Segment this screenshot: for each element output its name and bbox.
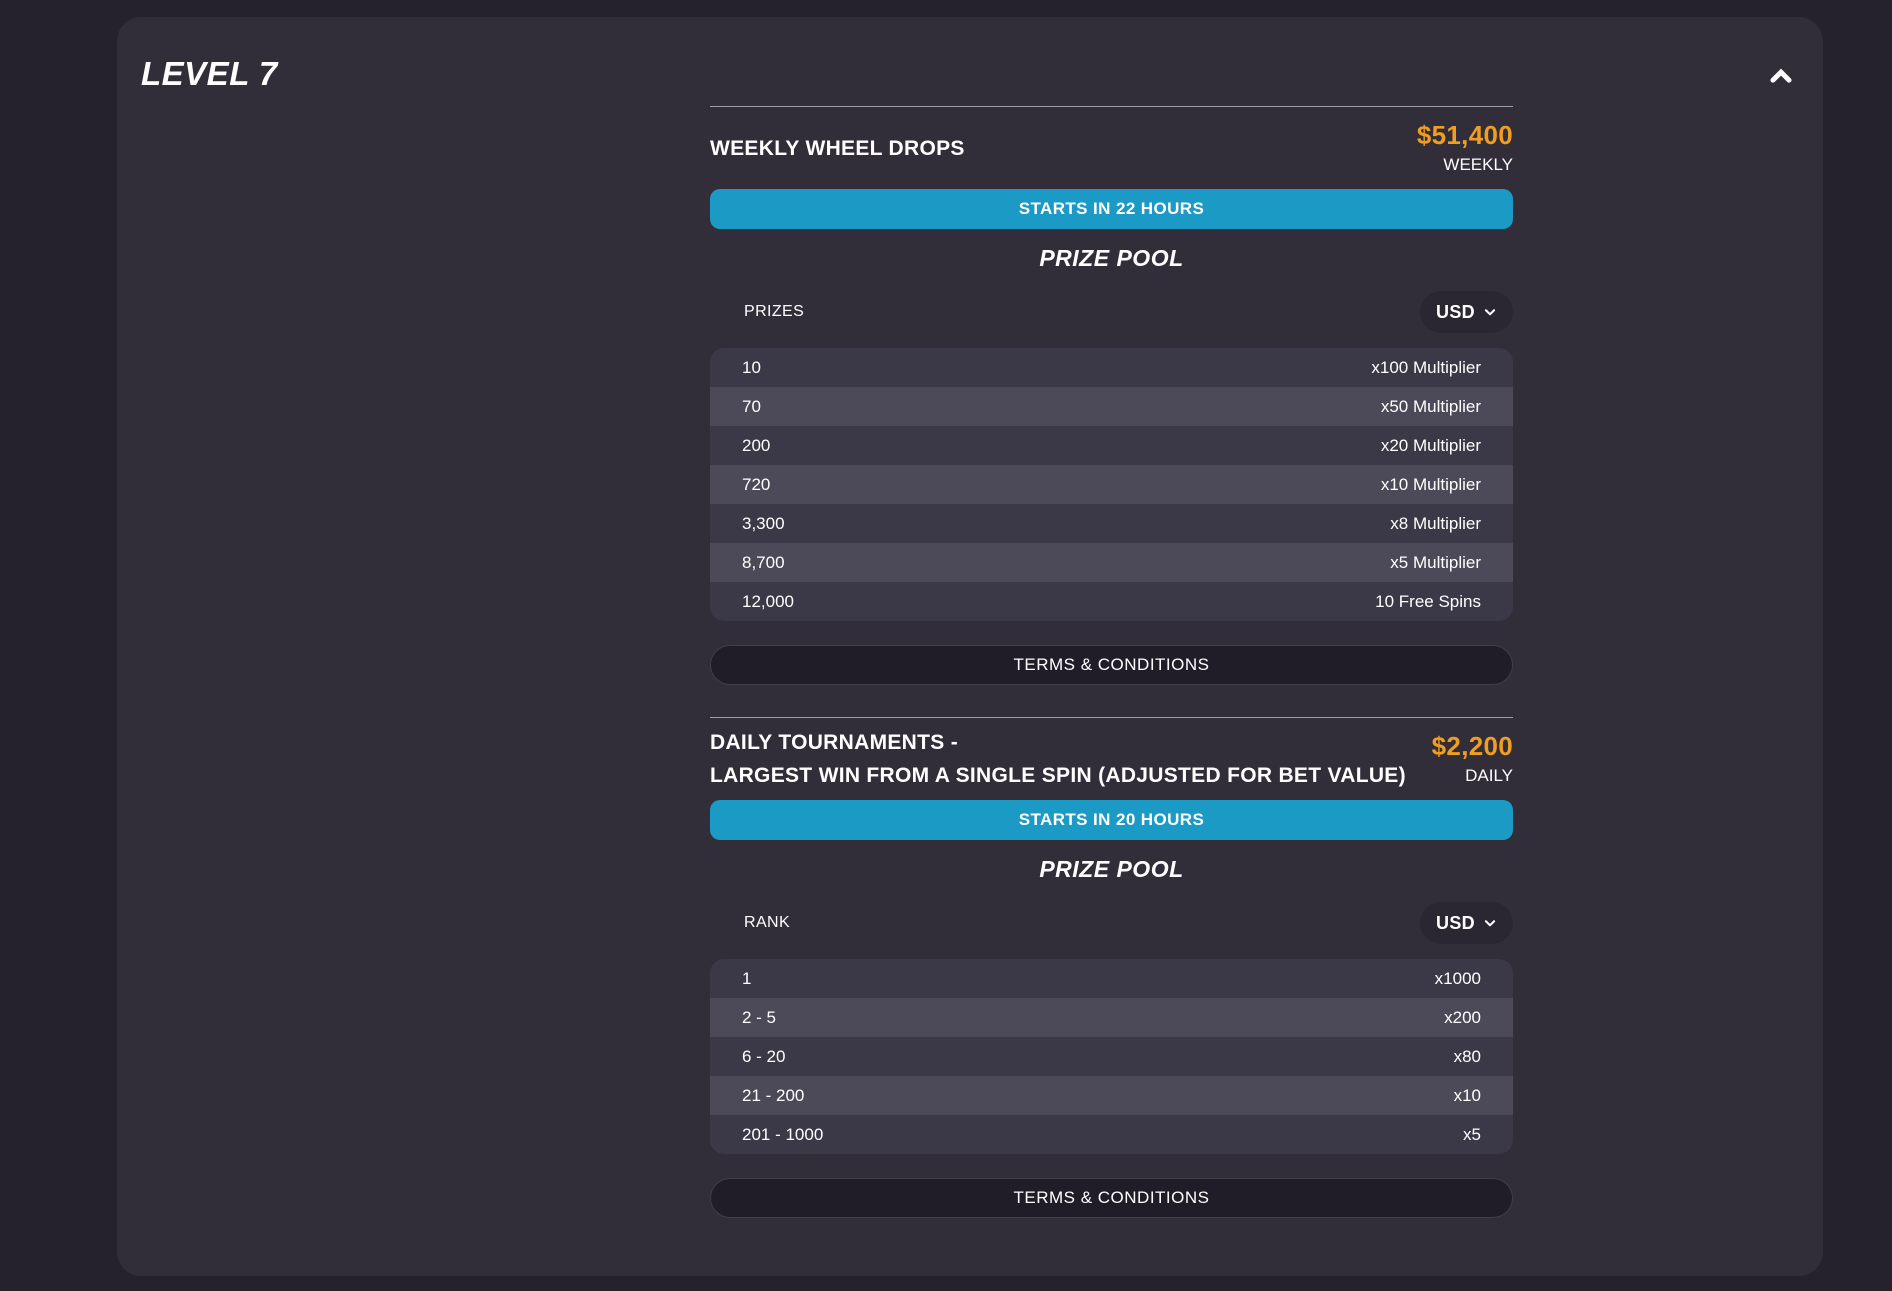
terms-conditions-button[interactable]: TERMS & CONDITIONS — [710, 645, 1513, 685]
row-prize: x10 — [1454, 1086, 1481, 1106]
row-rank: 2 - 5 — [742, 1008, 776, 1028]
row-rank: 8,700 — [742, 553, 785, 573]
column-label: PRIZES — [744, 303, 804, 321]
currency-selector[interactable]: USD — [1420, 902, 1513, 944]
table-row: 720 x10 Multiplier — [710, 465, 1513, 504]
row-prize: x8 Multiplier — [1390, 514, 1481, 534]
row-rank: 70 — [742, 397, 761, 417]
column-label: RANK — [744, 914, 790, 932]
prize-pool-heading: PRIZE POOL — [710, 246, 1513, 270]
prize-amount: $51,400 — [1417, 120, 1513, 150]
row-rank: 21 - 200 — [742, 1086, 804, 1106]
chevron-down-icon — [1483, 916, 1497, 930]
prize-period: DAILY — [1432, 765, 1513, 787]
row-prize: 10 Free Spins — [1375, 592, 1481, 612]
table-row: 8,700 x5 Multiplier — [710, 543, 1513, 582]
row-rank: 201 - 1000 — [742, 1125, 823, 1145]
row-rank: 200 — [742, 436, 770, 456]
terms-conditions-button[interactable]: TERMS & CONDITIONS — [710, 1178, 1513, 1218]
table-row: 3,300 x8 Multiplier — [710, 504, 1513, 543]
row-prize: x5 Multiplier — [1390, 553, 1481, 573]
chevron-down-icon — [1483, 305, 1497, 319]
tournament-section-weekly: WEEKLY WHEEL DROPS $51,400 WEEKLY STARTS… — [710, 106, 1513, 685]
section-title: DAILY TOURNAMENTS - — [710, 726, 1310, 759]
row-prize: x200 — [1444, 1008, 1481, 1028]
row-prize: x50 Multiplier — [1381, 397, 1481, 417]
row-prize: x80 — [1454, 1047, 1481, 1067]
chevron-up-icon — [1768, 64, 1794, 90]
starts-in-banner: STARTS IN 20 HOURS — [710, 800, 1513, 840]
section-subtitle: LARGEST WIN FROM A SINGLE SPIN (ADJUSTED… — [710, 759, 1310, 792]
collapse-button[interactable] — [1759, 55, 1803, 99]
level-card: LEVEL 7 WEEKLY WHEEL DROPS $51,400 WEEKL… — [117, 17, 1823, 1276]
section-title: WEEKLY WHEEL DROPS — [710, 132, 965, 165]
row-rank: 1 — [742, 969, 751, 989]
row-rank: 10 — [742, 358, 761, 378]
table-row: 1 x1000 — [710, 959, 1513, 998]
prize-table: 10 x100 Multiplier 70 x50 Multiplier 200 x20 … — [710, 348, 1513, 621]
prize-summary: $51,400 WEEKLY — [1417, 120, 1513, 176]
prize-amount: $2,200 — [1432, 731, 1513, 761]
prize-period: WEEKLY — [1417, 154, 1513, 176]
starts-in-banner: STARTS IN 22 HOURS — [710, 189, 1513, 229]
rank-table: 1 x1000 2 - 5 x200 6 - 20 x80 21 - 200 x10 201 -… — [710, 959, 1513, 1154]
table-row: 200 x20 Multiplier — [710, 426, 1513, 465]
level-title: LEVEL 7 — [141, 55, 278, 93]
prize-pool-heading: PRIZE POOL — [710, 857, 1513, 881]
table-row: 10 x100 Multiplier — [710, 348, 1513, 387]
card-content: WEEKLY WHEEL DROPS $51,400 WEEKLY STARTS… — [710, 17, 1513, 1218]
table-row: 2 - 5 x200 — [710, 998, 1513, 1037]
section-titles: WEEKLY WHEEL DROPS — [710, 132, 965, 165]
table-row: 6 - 20 x80 — [710, 1037, 1513, 1076]
row-prize: x100 Multiplier — [1371, 358, 1481, 378]
table-row: 201 - 1000 x5 — [710, 1115, 1513, 1154]
table-label-row: PRIZES USD — [710, 291, 1513, 333]
section-titles: DAILY TOURNAMENTS - LARGEST WIN FROM A S… — [710, 726, 1310, 792]
tournament-section-daily: DAILY TOURNAMENTS - LARGEST WIN FROM A S… — [710, 717, 1513, 1218]
currency-selector[interactable]: USD — [1420, 291, 1513, 333]
row-rank: 6 - 20 — [742, 1047, 785, 1067]
section-header: WEEKLY WHEEL DROPS $51,400 WEEKLY — [710, 107, 1513, 189]
row-rank: 720 — [742, 475, 770, 495]
table-row: 70 x50 Multiplier — [710, 387, 1513, 426]
row-rank: 12,000 — [742, 592, 794, 612]
row-prize: x5 — [1463, 1125, 1481, 1145]
row-prize: x10 Multiplier — [1381, 475, 1481, 495]
currency-value: USD — [1436, 302, 1475, 323]
row-prize: x20 Multiplier — [1381, 436, 1481, 456]
section-header: DAILY TOURNAMENTS - LARGEST WIN FROM A S… — [710, 718, 1513, 800]
row-rank: 3,300 — [742, 514, 785, 534]
table-row: 12,000 10 Free Spins — [710, 582, 1513, 621]
row-prize: x1000 — [1435, 969, 1481, 989]
table-label-row: RANK USD — [710, 902, 1513, 944]
prize-summary: $2,200 DAILY — [1432, 731, 1513, 787]
currency-value: USD — [1436, 913, 1475, 934]
table-row: 21 - 200 x10 — [710, 1076, 1513, 1115]
